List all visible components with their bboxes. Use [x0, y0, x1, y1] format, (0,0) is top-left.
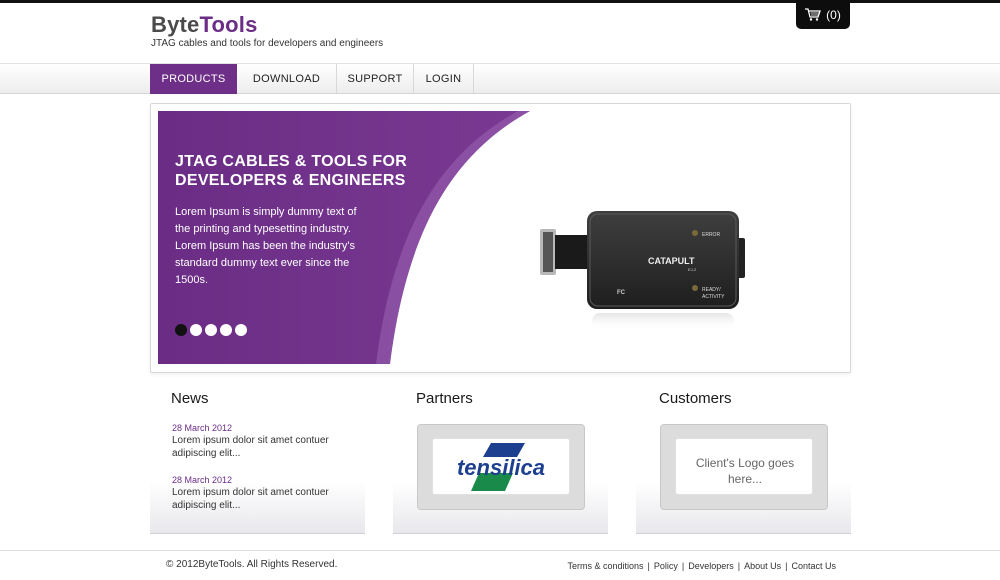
top-rule — [0, 0, 1000, 3]
svg-text:FC: FC — [617, 290, 626, 296]
footer-separator: | — [647, 561, 650, 571]
footer-link-policy[interactable]: Policy — [654, 561, 678, 571]
client-logo-placeholder: Client's Logo goes here... — [675, 438, 813, 495]
slider-dot-1[interactable] — [175, 324, 187, 336]
partner-logo-box[interactable]: tensilica — [417, 424, 585, 510]
cart-count: (0) — [826, 7, 841, 22]
footer-links: Terms & conditions | Policy | Developers… — [567, 561, 836, 571]
slide-text-line: Lorem Ipsum is simply dummy text of — [175, 206, 357, 218]
cart-button[interactable]: (0) — [796, 0, 850, 29]
slide-text-line: the printing and typesetting industry. — [175, 223, 351, 235]
site-logo[interactable]: ByteTools — [151, 12, 258, 38]
footer-separator: | — [785, 561, 788, 571]
news-item[interactable]: Lorem ipsum dolor sit amet contuer adipi… — [172, 486, 352, 512]
slider-dot-4[interactable] — [220, 324, 232, 336]
footer-link-terms[interactable]: Terms & conditions — [567, 561, 643, 571]
svg-text:EJ-2: EJ-2 — [688, 267, 697, 272]
client-logo-line: here... — [727, 472, 763, 486]
footer-separator: | — [737, 561, 741, 571]
slide-title-line2: DEVELOPERS & ENGINEERS — [175, 172, 406, 189]
slide-description: Lorem Ipsum is simply dummy text of the … — [175, 204, 385, 289]
customer-logo-box[interactable]: Client's Logo goes here... — [660, 424, 828, 510]
slide-title-line1: JTAG CABLES & TOOLS FOR — [175, 153, 408, 170]
news-text-line: Lorem ipsum dolor sit amet contuer — [172, 487, 329, 498]
svg-text:ACTIVITY: ACTIVITY — [702, 294, 725, 300]
main-nav: PRODUCTS DOWNLOAD SUPPORT LOGIN — [0, 63, 1000, 94]
footer-link-about[interactable]: About Us — [744, 561, 781, 571]
svg-text:ERROR: ERROR — [702, 232, 720, 238]
copyright: © 2012ByteTools. All Rights Reserved. — [166, 559, 338, 570]
partner-logo-text: tensilica — [457, 455, 545, 480]
news-text-line: adipiscing elit... — [172, 448, 241, 459]
jtag-device-image: ERROR READY/ ACTIVITY CATAPULT EJ-2 FC — [540, 205, 750, 335]
cart-icon — [805, 8, 822, 21]
slide-text-line: Lorem Ipsum has been the industry's — [175, 240, 356, 252]
partners-heading: Partners — [416, 390, 473, 407]
footer-link-developers[interactable]: Developers — [688, 561, 734, 571]
slider-dot-3[interactable] — [205, 324, 217, 336]
tagline: JTAG cables and tools for developers and… — [151, 38, 384, 49]
slider-pagination — [175, 324, 247, 336]
svg-text:READY/: READY/ — [702, 287, 721, 293]
nav-products[interactable]: PRODUCTS — [150, 64, 237, 94]
news-text-line: Lorem ipsum dolor sit amet contuer — [172, 435, 329, 446]
footer-link-contact[interactable]: Contact Us — [791, 561, 836, 571]
nav-support[interactable]: SUPPORT — [337, 64, 414, 94]
client-logo-text: Client's Logo goes here... — [676, 455, 814, 487]
slider-dot-2[interactable] — [190, 324, 202, 336]
tensilica-logo: tensilica — [432, 438, 570, 495]
news-date: 28 March 2012 — [172, 475, 233, 485]
logo-part-byte: Byte — [151, 12, 200, 37]
slide-text-line: standard dummy text ever since the — [175, 257, 350, 269]
footer-divider — [0, 550, 1000, 551]
news-date: 28 March 2012 — [172, 423, 233, 433]
nav-login[interactable]: LOGIN — [414, 64, 474, 94]
news-heading: News — [171, 390, 209, 407]
slider-dot-5[interactable] — [235, 324, 247, 336]
slide-text-line: 1500s. — [175, 274, 209, 286]
customers-heading: Customers — [659, 390, 732, 407]
news-text-line: adipiscing elit... — [172, 500, 241, 511]
slide-title: JTAG CABLES & TOOLS FOR DEVELOPERS & ENG… — [175, 152, 455, 190]
logo-part-tools: Tools — [199, 12, 258, 37]
footer-separator: | — [681, 561, 685, 571]
nav-download[interactable]: DOWNLOAD — [237, 64, 337, 94]
client-logo-line: Client's Logo goes — [695, 456, 795, 470]
svg-text:CATAPULT: CATAPULT — [648, 256, 695, 266]
news-item[interactable]: Lorem ipsum dolor sit amet contuer adipi… — [172, 434, 352, 460]
